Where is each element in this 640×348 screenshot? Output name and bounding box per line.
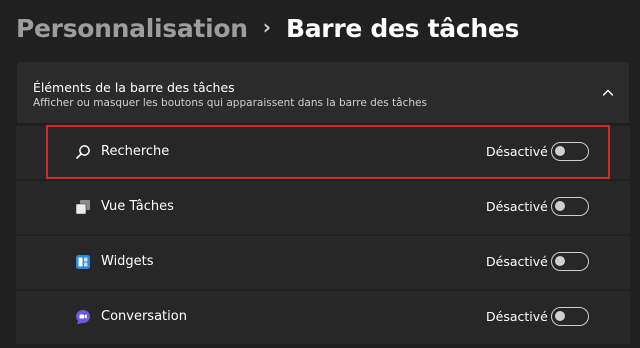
widgets-toggle[interactable] <box>551 252 589 271</box>
group-title: Éléments de la barre des tâches <box>33 80 235 95</box>
breadcrumb-parent-link[interactable]: Personnalisation <box>16 14 248 43</box>
breadcrumb-separator: › <box>262 15 271 39</box>
toggle-state-label: Désactivé <box>486 254 548 269</box>
widgets-icon <box>76 255 90 269</box>
toggle-knob <box>555 201 565 211</box>
chat-toggle[interactable] <box>551 307 589 326</box>
highlight-box <box>46 125 610 179</box>
toggle-state-label: Désactivé <box>486 199 548 214</box>
group-subtitle: Afficher ou masquer les boutons qui appa… <box>33 97 427 109</box>
setting-row-task-view: Vue Tâches Désactivé <box>16 181 630 234</box>
task-view-toggle[interactable] <box>551 197 589 216</box>
chat-icon <box>76 310 90 324</box>
task-view-icon <box>75 200 90 215</box>
chevron-up-icon[interactable] <box>599 84 617 102</box>
page-title: Barre des tâches <box>285 13 520 43</box>
toggle-knob <box>555 311 565 321</box>
taskbar-items-group-header[interactable]: Éléments de la barre des tâches Afficher… <box>16 61 630 124</box>
setting-label: Widgets <box>101 254 154 269</box>
toggle-state-label: Désactivé <box>486 309 548 324</box>
taskbar-items-panel: Éléments de la barre des tâches Afficher… <box>16 61 630 348</box>
setting-label: Vue Tâches <box>101 199 174 214</box>
setting-row-widgets: Widgets Désactivé <box>16 236 630 289</box>
breadcrumb: Personnalisation › Barre des tâches <box>16 8 519 48</box>
toggle-knob <box>555 256 565 266</box>
setting-row-chat: Conversation Désactivé <box>16 291 630 344</box>
setting-label: Conversation <box>101 309 187 324</box>
